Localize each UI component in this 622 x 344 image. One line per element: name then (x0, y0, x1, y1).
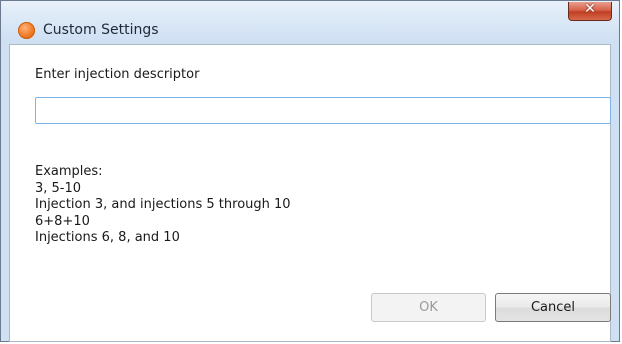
cancel-button[interactable]: Cancel (495, 293, 611, 322)
examples-heading: Examples: (35, 164, 103, 179)
close-icon: ✕ (584, 1, 596, 17)
title-bar[interactable]: Custom Settings ✕ (1, 1, 619, 43)
descriptor-label: Enter injection descriptor (35, 67, 200, 82)
custom-settings-dialog: Custom Settings ✕ Enter injection descri… (0, 0, 620, 342)
examples-block: Examples: 3, 5-10 Injection 3, and injec… (35, 164, 291, 247)
injection-descriptor-input[interactable] (35, 97, 611, 124)
ok-button[interactable]: OK (371, 293, 486, 322)
dialog-content: Enter injection descriptor Examples: 3, … (9, 44, 611, 342)
example-line: Injection 3, and injections 5 through 10 (35, 197, 291, 212)
app-logo-icon (18, 22, 35, 39)
example-line: Injections 6, 8, and 10 (35, 230, 180, 245)
example-line: 3, 5-10 (35, 180, 82, 196)
window-title: Custom Settings (43, 22, 159, 38)
close-button[interactable]: ✕ (568, 1, 612, 21)
example-line: 6+8+10 (35, 213, 90, 229)
